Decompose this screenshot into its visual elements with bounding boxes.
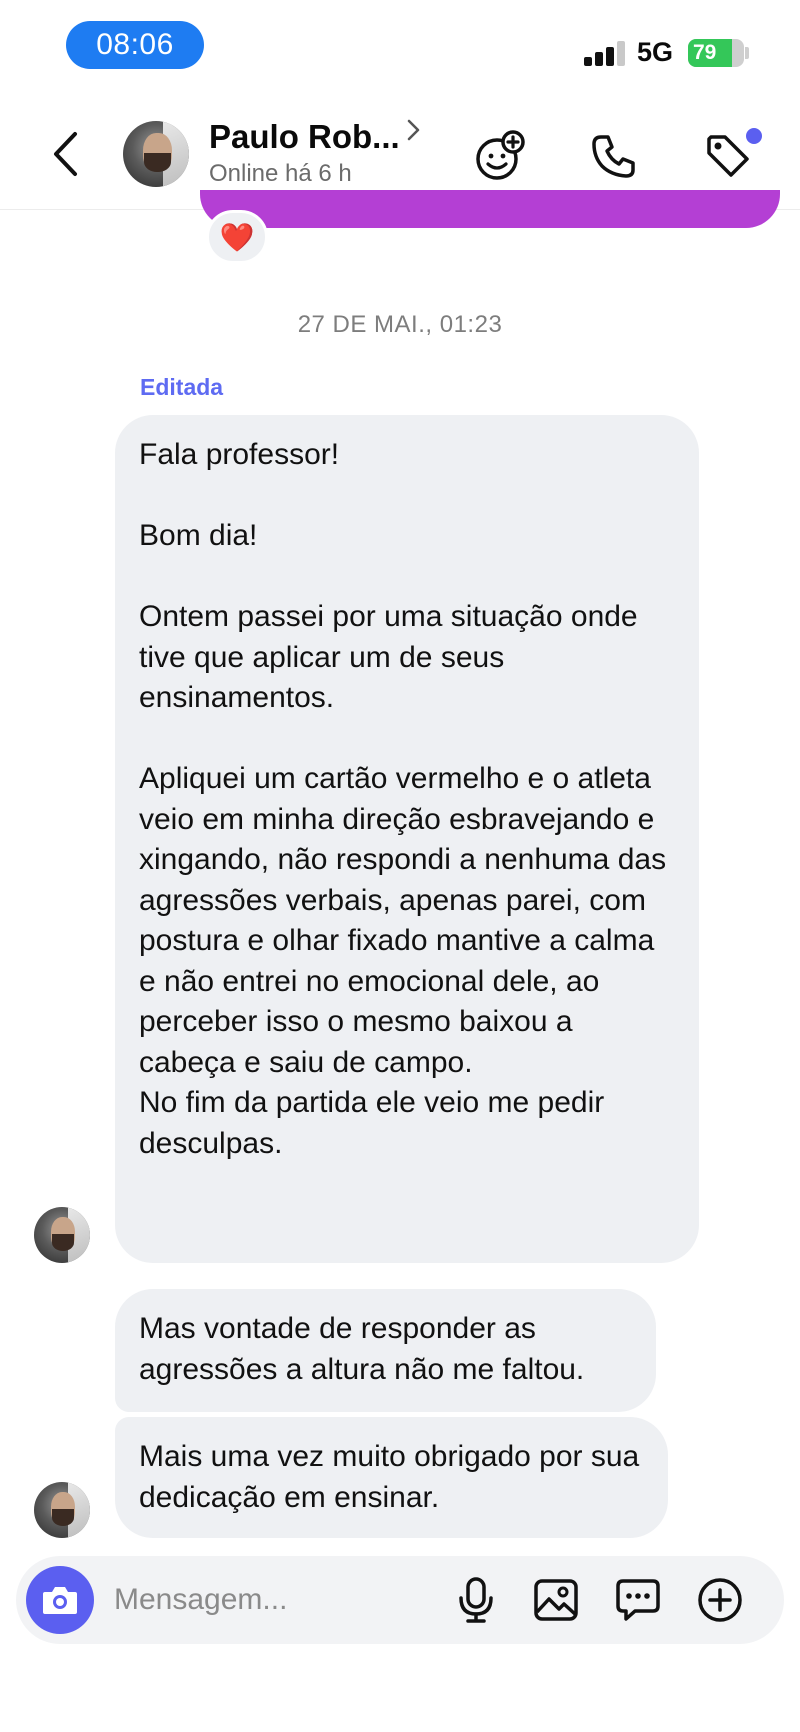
chevron-right-icon[interactable] — [406, 116, 422, 150]
signal-icon — [584, 40, 626, 66]
sticker-button[interactable] — [472, 128, 528, 184]
status-time: 08:06 — [66, 21, 204, 69]
sender-avatar[interactable] — [34, 1482, 90, 1538]
contact-avatar[interactable] — [123, 121, 189, 187]
camera-button[interactable] — [26, 1566, 94, 1634]
date-divider: 27 DE MAI., 01:23 — [297, 311, 503, 338]
phone-icon — [592, 135, 635, 178]
more-button[interactable] — [694, 1574, 746, 1626]
network-label: 5G — [637, 37, 674, 67]
voice-button[interactable] — [450, 1574, 502, 1626]
message-composer — [16, 1556, 784, 1644]
back-button[interactable] — [40, 124, 90, 184]
battery-icon: 79 — [688, 39, 744, 67]
message-options-button[interactable] — [612, 1574, 664, 1626]
call-button[interactable] — [586, 128, 642, 184]
status-bar: 08:06 5G 79 — [0, 0, 800, 100]
notification-dot — [746, 128, 762, 144]
smile-plus-icon — [476, 130, 525, 180]
message-dots-icon — [616, 1579, 660, 1621]
message-bubble[interactable]: Mas vontade de responder as agressões a … — [115, 1289, 656, 1412]
contact-name[interactable]: Paulo Rob... — [209, 118, 400, 156]
microphone-icon — [459, 1577, 493, 1623]
message-input[interactable] — [114, 1578, 414, 1622]
message-bubble[interactable]: Fala professor! Bom dia! Ontem passei po… — [115, 415, 699, 1263]
chevron-left-icon — [54, 132, 77, 176]
battery-percent: 79 — [693, 41, 717, 64]
heart-reaction[interactable]: ❤️ — [206, 210, 268, 264]
gallery-button[interactable] — [530, 1574, 582, 1626]
image-icon — [534, 1579, 578, 1621]
camera-icon — [43, 1587, 77, 1614]
message-bubble[interactable]: Mais uma vez muito obrigado por sua dedi… — [115, 1417, 668, 1538]
edited-label: Editada — [140, 374, 224, 400]
contact-status: Online há 6 h — [209, 160, 352, 187]
plus-circle-icon — [698, 1578, 742, 1622]
previous-message-bubble[interactable] — [200, 190, 780, 228]
sender-avatar[interactable] — [34, 1207, 90, 1263]
battery-cap — [745, 47, 749, 59]
